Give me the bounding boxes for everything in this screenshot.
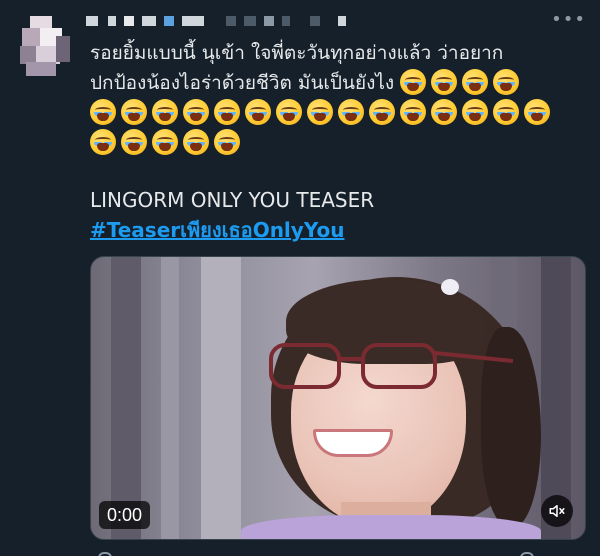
more-options-icon[interactable]: ••• — [551, 11, 586, 29]
video-timestamp: 0:00 — [99, 501, 151, 529]
loudly-crying-face-emoji — [214, 99, 240, 125]
loudly-crying-face-emoji — [152, 99, 178, 125]
loudly-crying-face-emoji — [431, 99, 457, 125]
hashtag-link[interactable]: #TeaserเพียงเธอOnlyYou — [90, 216, 344, 244]
mute-button[interactable] — [541, 495, 573, 527]
loudly-crying-face-emoji — [493, 69, 520, 95]
tweet-text: รอยยิ้มแบบนี้ นุเข้า ใจพี่ตะวันทุกอย่างแ… — [90, 38, 582, 158]
video-player[interactable]: 0:00 — [90, 256, 586, 540]
emoji-row — [90, 128, 582, 158]
redacted-user-name[interactable] — [86, 14, 386, 30]
video-frame-person — [91, 257, 585, 539]
share-icon[interactable] — [520, 552, 534, 556]
tweet-card: ••• รอยยิ้มแบบนี้ นุเข้า ใจพี่ตะวันทุกอย… — [0, 0, 600, 556]
avatar[interactable] — [12, 10, 80, 84]
tweet-text-line-1: รอยยิ้มแบบนี้ นุเข้า ใจพี่ตะวันทุกอย่างแ… — [90, 42, 504, 64]
teaser-title: LINGORM ONLY YOU TEASER — [90, 188, 375, 212]
loudly-crying-face-emoji — [307, 99, 333, 125]
loudly-crying-face-emoji — [121, 99, 147, 125]
tweet-text-line-2: ปกป้องน้องไอร่าด้วยชีวิต มันเป็นยังไง — [90, 72, 395, 94]
loudly-crying-face-emoji — [152, 129, 178, 155]
action-bar — [90, 546, 586, 556]
reply-icon[interactable] — [98, 552, 112, 556]
loudly-crying-face-emoji — [90, 129, 116, 155]
loudly-crying-face-emoji — [369, 99, 395, 125]
volume-muted-icon — [549, 505, 565, 517]
loudly-crying-face-emoji — [121, 129, 147, 155]
loudly-crying-face-emoji — [214, 129, 240, 155]
loudly-crying-face-emoji — [245, 99, 271, 125]
loudly-crying-face-emoji — [400, 99, 426, 125]
loudly-crying-face-emoji — [338, 99, 364, 125]
loudly-crying-face-emoji — [462, 69, 489, 95]
loudly-crying-face-emoji — [183, 129, 209, 155]
loudly-crying-face-emoji — [493, 99, 519, 125]
loudly-crying-face-emoji — [276, 99, 302, 125]
loudly-crying-face-emoji — [90, 99, 116, 125]
emoji-row — [90, 98, 582, 128]
loudly-crying-face-emoji — [524, 99, 550, 125]
loudly-crying-face-emoji — [400, 69, 427, 95]
loudly-crying-face-emoji — [431, 69, 458, 95]
loudly-crying-face-emoji — [462, 99, 488, 125]
loudly-crying-face-emoji — [183, 99, 209, 125]
